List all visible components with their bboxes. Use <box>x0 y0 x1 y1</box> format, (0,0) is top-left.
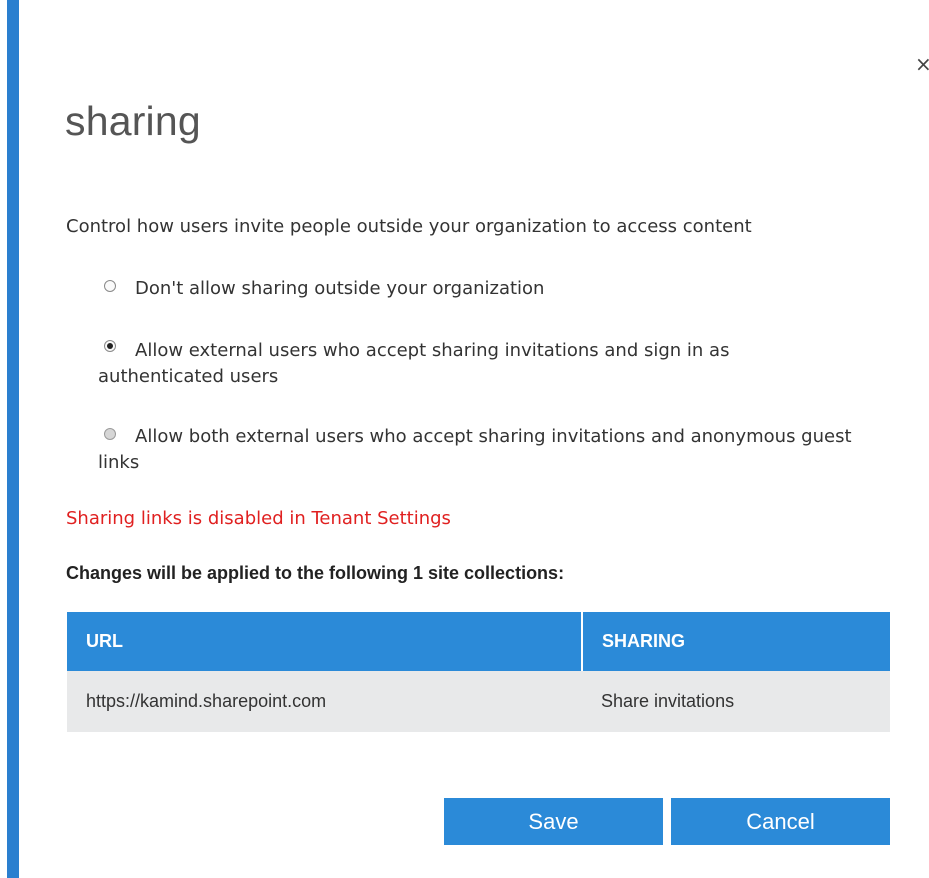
changes-label: Changes will be applied to the following… <box>66 563 565 583</box>
table-header-row: URL SHARING <box>67 612 890 671</box>
column-header-url: URL <box>67 612 583 671</box>
option-label-no-external-sharing[interactable]: Don't allow sharing outside your organiz… <box>98 276 858 302</box>
dialog-title: sharing <box>65 98 201 144</box>
sharing-setting-cell: Share invitations <box>582 671 890 732</box>
sharing-dialog: × sharing Control how users invite peopl… <box>0 0 929 878</box>
warning-message: Sharing links is disabled in Tenant Sett… <box>66 508 451 529</box>
table-row: https://kamind.sharepoint.com Share invi… <box>67 671 890 732</box>
option-label-anonymous-guest-links[interactable]: Allow both external users who accept sha… <box>98 424 858 476</box>
intro-text: Control how users invite people outside … <box>66 216 752 237</box>
save-button[interactable]: Save <box>444 798 663 845</box>
cancel-button[interactable]: Cancel <box>671 798 890 845</box>
site-collections-table: URL SHARING https://kamind.sharepoint.co… <box>67 612 890 732</box>
accent-bar <box>7 0 19 878</box>
site-url-cell: https://kamind.sharepoint.com <box>67 671 582 732</box>
close-icon[interactable]: × <box>915 54 929 74</box>
column-header-sharing: SHARING <box>582 612 890 671</box>
option-label-authenticated-users[interactable]: Allow external users who accept sharing … <box>98 338 858 390</box>
